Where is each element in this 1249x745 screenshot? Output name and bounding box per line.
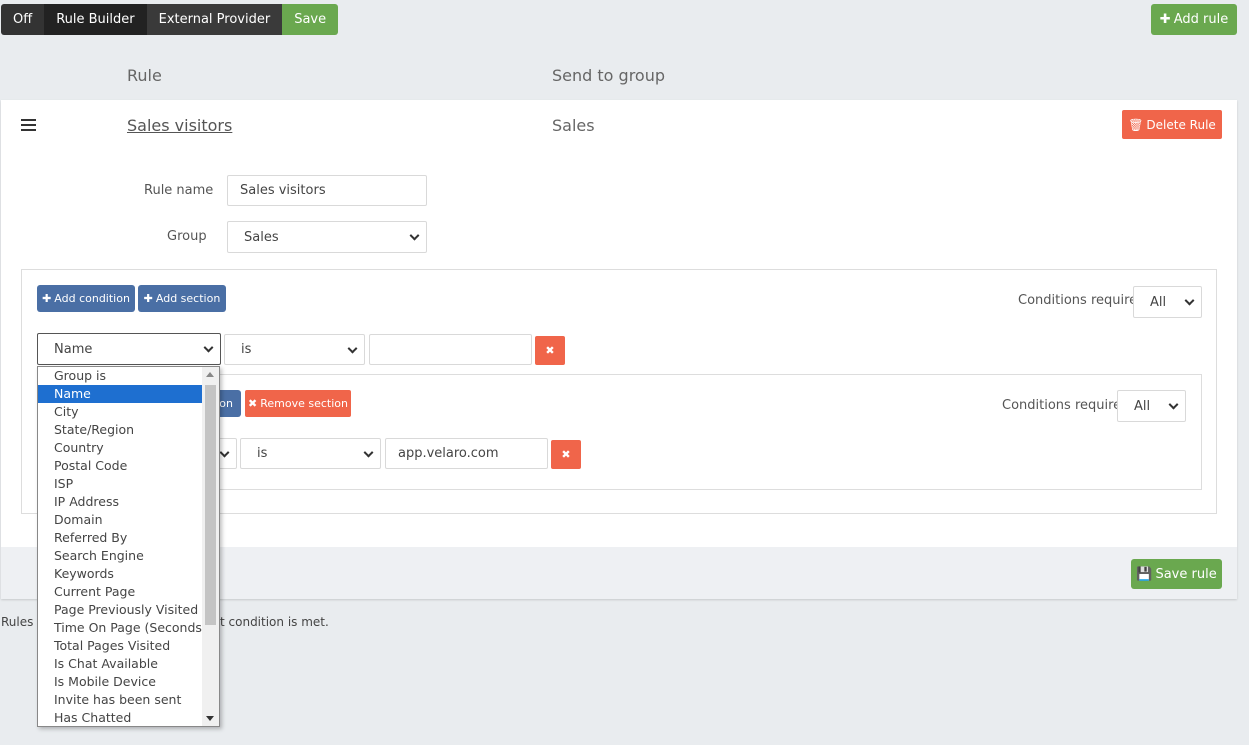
plus-icon: ✚ [42, 292, 52, 305]
section-conditions-required-label: Conditions required [1002, 398, 1130, 413]
conditions-required-label: Conditions required [1018, 293, 1146, 308]
dropdown-option[interactable]: Search Engine [38, 547, 219, 565]
group-select-value: Sales [244, 229, 279, 245]
delete-rule-button[interactable]: 🗑 Delete Rule [1122, 110, 1222, 139]
rule-group-value: Sales [552, 116, 595, 135]
close-icon: ✖ [248, 397, 258, 410]
dropdown-option[interactable]: Is Chat Available [38, 655, 219, 673]
scroll-down-arrow-icon[interactable] [206, 716, 214, 721]
chevron-down-icon [347, 343, 358, 354]
save-icon: 💾 [1136, 566, 1153, 582]
condition-field-value: Name [54, 341, 93, 357]
dropdown-option[interactable]: Referred By [38, 529, 219, 547]
group-label: Group [167, 229, 207, 244]
scrollbar-thumb[interactable] [205, 385, 216, 625]
section-conditions-required-select[interactable]: All [1117, 390, 1186, 422]
drag-handle-icon[interactable] [21, 119, 36, 131]
remove-condition-button[interactable]: ✖ [535, 336, 565, 365]
dropdown-option[interactable]: Time On Page (Seconds) [38, 619, 219, 637]
section-conditions-required-value: All [1134, 398, 1151, 414]
dropdown-options: Group is Name City State/Region Country Posta… [38, 367, 219, 726]
close-icon: ✖ [545, 344, 555, 357]
mode-off-button[interactable]: Off [1, 4, 45, 35]
chevron-down-icon [203, 342, 214, 353]
delete-rule-label: Delete Rule [1146, 117, 1216, 132]
chevron-down-icon [219, 447, 230, 458]
rule-column-header: Rule [127, 66, 162, 85]
section-condition-value-input[interactable]: app.velaro.com [385, 438, 548, 469]
dropdown-option[interactable]: City [38, 403, 219, 421]
dropdown-option[interactable]: Total Pages Visited [38, 637, 219, 655]
section-condition-value-text: app.velaro.com [398, 446, 499, 461]
chevron-down-icon [409, 230, 420, 241]
remove-section-label: Remove section [260, 397, 348, 410]
dropdown-option[interactable]: ISP [38, 475, 219, 493]
close-icon: ✖ [561, 448, 571, 461]
dropdown-option[interactable]: Is Mobile Device [38, 673, 219, 691]
chevron-down-icon [1184, 295, 1195, 306]
group-column-header: Send to group [552, 66, 665, 85]
remove-section-button[interactable]: ✖ Remove section [245, 390, 351, 417]
section-remove-condition-button[interactable]: ✖ [551, 440, 581, 469]
trash-icon: 🗑 [1128, 117, 1144, 132]
dropdown-option[interactable]: IP Address [38, 493, 219, 511]
add-condition-button[interactable]: ✚ Add condition [37, 285, 135, 312]
add-rule-button[interactable]: ✚ Add rule [1151, 4, 1237, 35]
dropdown-option[interactable]: Group is [38, 367, 219, 385]
dropdown-option[interactable]: Domain [38, 511, 219, 529]
dropdown-option[interactable]: Has Chatted [38, 709, 219, 726]
dropdown-option[interactable]: Invite has been sent [38, 691, 219, 709]
rule-name-label: Rule name [144, 183, 214, 198]
mode-rule-builder-button[interactable]: Rule Builder [44, 4, 147, 35]
section-condition-operator-select[interactable]: is [240, 438, 381, 469]
dropdown-scrollbar[interactable] [202, 367, 219, 726]
dropdown-option[interactable]: Keywords [38, 565, 219, 583]
section-condition-operator-value: is [257, 446, 268, 461]
dropdown-option[interactable]: State/Region [38, 421, 219, 439]
rule-name-input-value: Sales visitors [240, 183, 326, 198]
dropdown-option[interactable]: Current Page [38, 583, 219, 601]
condition-operator-select[interactable]: is [224, 334, 365, 365]
mode-switch: Off Rule Builder External Provider Save [1, 4, 339, 35]
condition-field-select[interactable]: Name [37, 333, 221, 365]
add-rule-label: Add rule [1173, 12, 1229, 27]
plus-icon: ✚ [1159, 12, 1171, 27]
section-add-condition-label: on [219, 397, 233, 410]
chevron-down-icon [363, 447, 374, 458]
scroll-up-arrow-icon[interactable] [206, 372, 214, 377]
add-condition-label: Add condition [54, 292, 130, 305]
dropdown-option[interactable]: Page Previously Visited [38, 601, 219, 619]
dropdown-option[interactable]: Country [38, 439, 219, 457]
chevron-down-icon [1168, 399, 1179, 410]
group-select[interactable]: Sales [227, 221, 427, 253]
conditions-required-value: All [1150, 294, 1167, 310]
save-rule-label: Save rule [1155, 566, 1217, 582]
mode-external-provider-button[interactable]: External Provider [146, 4, 283, 35]
dropdown-option[interactable]: Postal Code [38, 457, 219, 475]
footer-note-end: t condition is met. [220, 615, 329, 629]
rule-name-link[interactable]: Sales visitors [127, 116, 232, 135]
field-dropdown-list[interactable]: Group is Name City State/Region Country Posta… [37, 366, 220, 727]
conditions-required-select[interactable]: All [1133, 286, 1202, 318]
add-section-button[interactable]: ✚ Add section [138, 285, 226, 312]
add-section-label: Add section [155, 292, 221, 305]
plus-icon: ✚ [143, 292, 153, 305]
condition-value-input[interactable] [369, 334, 532, 365]
save-rule-button[interactable]: 💾 Save rule [1131, 559, 1222, 589]
dropdown-option[interactable]: Name [38, 385, 219, 403]
rule-name-input[interactable]: Sales visitors [227, 175, 427, 206]
save-button[interactable]: Save [282, 4, 339, 35]
condition-operator-value: is [241, 342, 252, 357]
